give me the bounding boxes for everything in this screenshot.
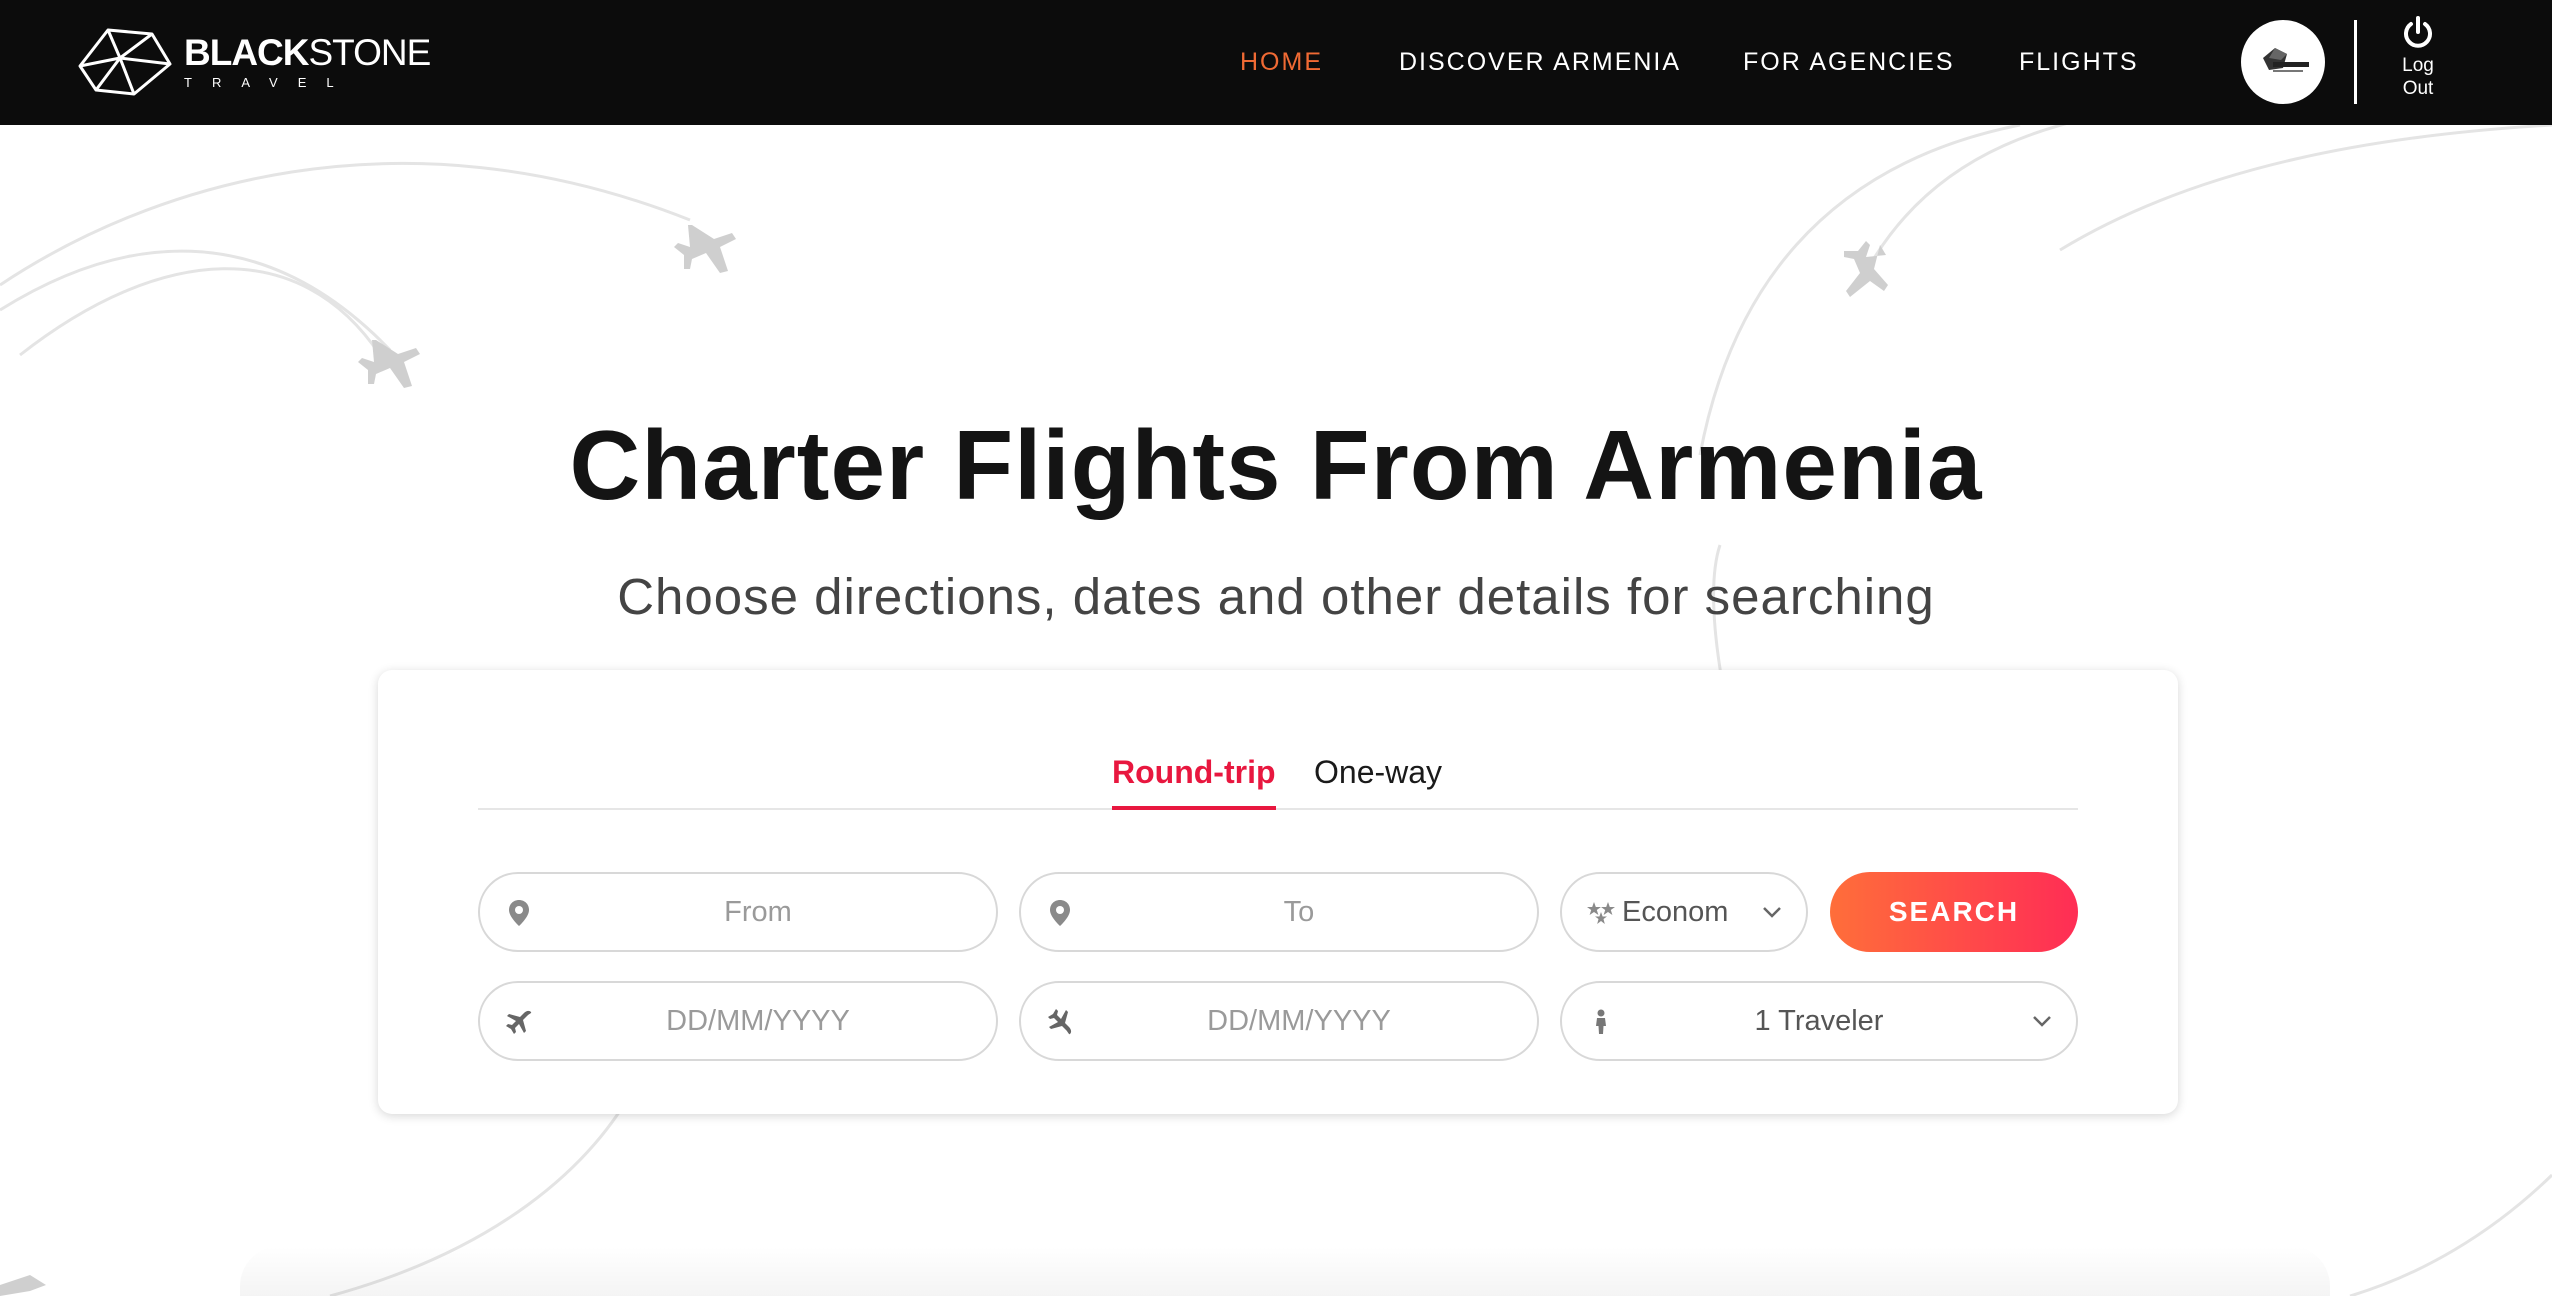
- plane-landing-icon: [1039, 1001, 1081, 1043]
- nav-home[interactable]: HOME: [1240, 0, 1323, 125]
- flight-search-card: Round-trip One-way From To Econom SEARCH…: [378, 670, 2178, 1114]
- user-avatar[interactable]: [2241, 20, 2325, 104]
- nav-flights[interactable]: FLIGHTS: [2019, 0, 2139, 125]
- nav-for-agencies[interactable]: FOR AGENCIES: [1743, 0, 1955, 125]
- return-date-field[interactable]: DD/MM/YYYY: [1019, 981, 1539, 1061]
- plane-takeoff-icon: [498, 1001, 540, 1043]
- logo-name: BLACKSTONE: [184, 32, 431, 73]
- nav-discover-armenia[interactable]: DISCOVER ARMENIA: [1399, 0, 1681, 125]
- logo-tagline: TRAVEL: [184, 75, 354, 90]
- diamond-logo-icon: [78, 28, 172, 96]
- tab-round-trip[interactable]: Round-trip: [1112, 752, 1276, 810]
- to-placeholder: To: [1283, 896, 1315, 928]
- tab-one-way[interactable]: One-way: [1314, 752, 1442, 810]
- page-title: Charter Flights From Armenia: [569, 410, 1983, 520]
- departure-date-placeholder: DD/MM/YYYY: [666, 1005, 850, 1037]
- departure-date-field[interactable]: DD/MM/YYYY: [478, 981, 998, 1061]
- location-pin-icon: [498, 892, 540, 934]
- power-icon: [2404, 16, 2432, 48]
- next-section-edge: [240, 1246, 2330, 1296]
- blackstone-logo[interactable]: BLACKSTONE TRAVEL: [74, 24, 431, 100]
- return-date-placeholder: DD/MM/YYYY: [1207, 1005, 1391, 1037]
- from-field[interactable]: From: [478, 872, 998, 952]
- logout-label: Log Out: [2402, 55, 2434, 99]
- person-icon: [1580, 1001, 1622, 1043]
- travelers-select[interactable]: 1 Traveler: [1560, 981, 2078, 1061]
- tabs-divider: [478, 808, 2078, 810]
- chevron-down-icon: [1760, 900, 1784, 924]
- stars-icon: [1580, 892, 1622, 934]
- top-navigation-bar: BLACKSTONE TRAVEL HOME DISCOVER ARMENIA …: [0, 0, 2552, 125]
- header-divider: [2354, 20, 2357, 104]
- chevron-down-icon: [2030, 1009, 2054, 1033]
- page-subtitle: Choose directions, dates and other detai…: [617, 568, 1935, 625]
- to-field[interactable]: To: [1019, 872, 1539, 952]
- location-pin-icon: [1039, 892, 1081, 934]
- travelers-value: 1 Traveler: [1754, 1005, 1884, 1037]
- cabin-class-select[interactable]: Econom: [1560, 872, 1808, 952]
- logout-button[interactable]: Log Out: [2378, 16, 2458, 100]
- avatar-logo-icon: [2263, 48, 2309, 72]
- search-button[interactable]: SEARCH: [1830, 872, 2078, 952]
- from-placeholder: From: [724, 896, 792, 928]
- cabin-class-value: Econom: [1622, 896, 1729, 928]
- logo-wordmark: BLACKSTONE TRAVEL: [184, 32, 431, 91]
